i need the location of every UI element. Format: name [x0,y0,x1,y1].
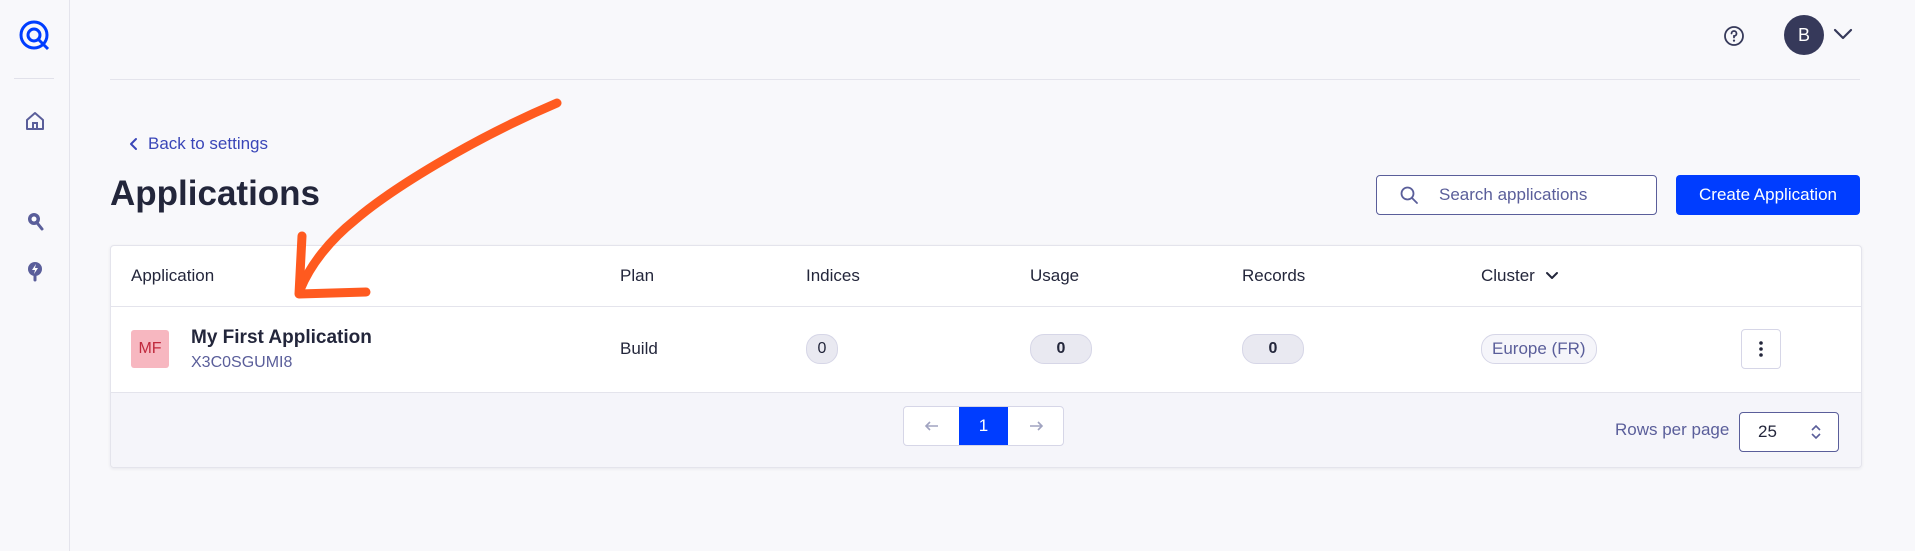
pagination: 1 [903,406,1064,446]
app-badge: MF [131,330,169,368]
search-input[interactable] [1437,184,1651,206]
arrow-left-icon [924,421,938,431]
column-header-indices: Indices [806,266,860,285]
column-header-records: Records [1242,266,1306,285]
previous-page-button[interactable] [904,407,959,445]
row-actions-button[interactable] [1741,329,1781,369]
cluster-header-label: Cluster [1481,266,1535,285]
table-row[interactable]: MF My First Application X3C0SGUMI8 Build… [111,307,1861,393]
page-title: Applications [110,174,321,213]
column-header-usage: Usage [1030,266,1080,285]
app-name[interactable]: My First Application [191,327,372,349]
page-1-button[interactable]: 1 [959,407,1008,445]
more-vertical-icon [1759,341,1763,357]
next-page-button[interactable] [1008,407,1063,445]
rows-per-page-value: 25 [1758,422,1777,441]
chevron-left-icon [130,138,137,150]
algolia-logo-icon[interactable] [18,18,52,52]
header-divider [110,79,1860,80]
cluster-badge: Europe (FR) [1481,334,1597,364]
plan-cell: Build [620,339,658,358]
chevron-up-down-icon [1811,424,1821,440]
sidebar-divider [14,78,54,79]
usage-count: 0 [1030,334,1092,364]
back-to-settings-link[interactable]: Back to settings [128,134,268,154]
bolt-icon[interactable] [22,258,48,284]
home-icon[interactable] [22,108,48,134]
app-id: X3C0SGUMI8 [191,354,293,371]
applications-table: Application Plan Indices Usage Records C… [110,245,1862,468]
search-box[interactable] [1376,175,1657,215]
table-header: Application Plan Indices Usage Records C… [111,246,1861,307]
search-insights-icon[interactable] [22,208,48,234]
back-link-label: Back to settings [148,134,269,153]
column-header-application: Application [131,266,215,285]
chevron-down-icon[interactable] [1832,26,1854,42]
records-count: 0 [1242,334,1304,364]
create-application-button[interactable]: Create Application [1676,175,1860,215]
chevron-down-icon [1545,272,1558,279]
column-header-cluster[interactable]: Cluster [1481,266,1559,286]
arrow-right-icon [1029,421,1043,431]
help-icon[interactable] [1722,24,1746,48]
column-header-plan: Plan [620,266,655,285]
indices-count: 0 [806,334,838,364]
sidebar [0,0,70,551]
search-icon [1400,186,1418,204]
rows-per-page-label: Rows per page [1615,420,1730,439]
rows-per-page-select[interactable]: 25 [1739,412,1839,452]
avatar[interactable]: B [1784,15,1824,55]
